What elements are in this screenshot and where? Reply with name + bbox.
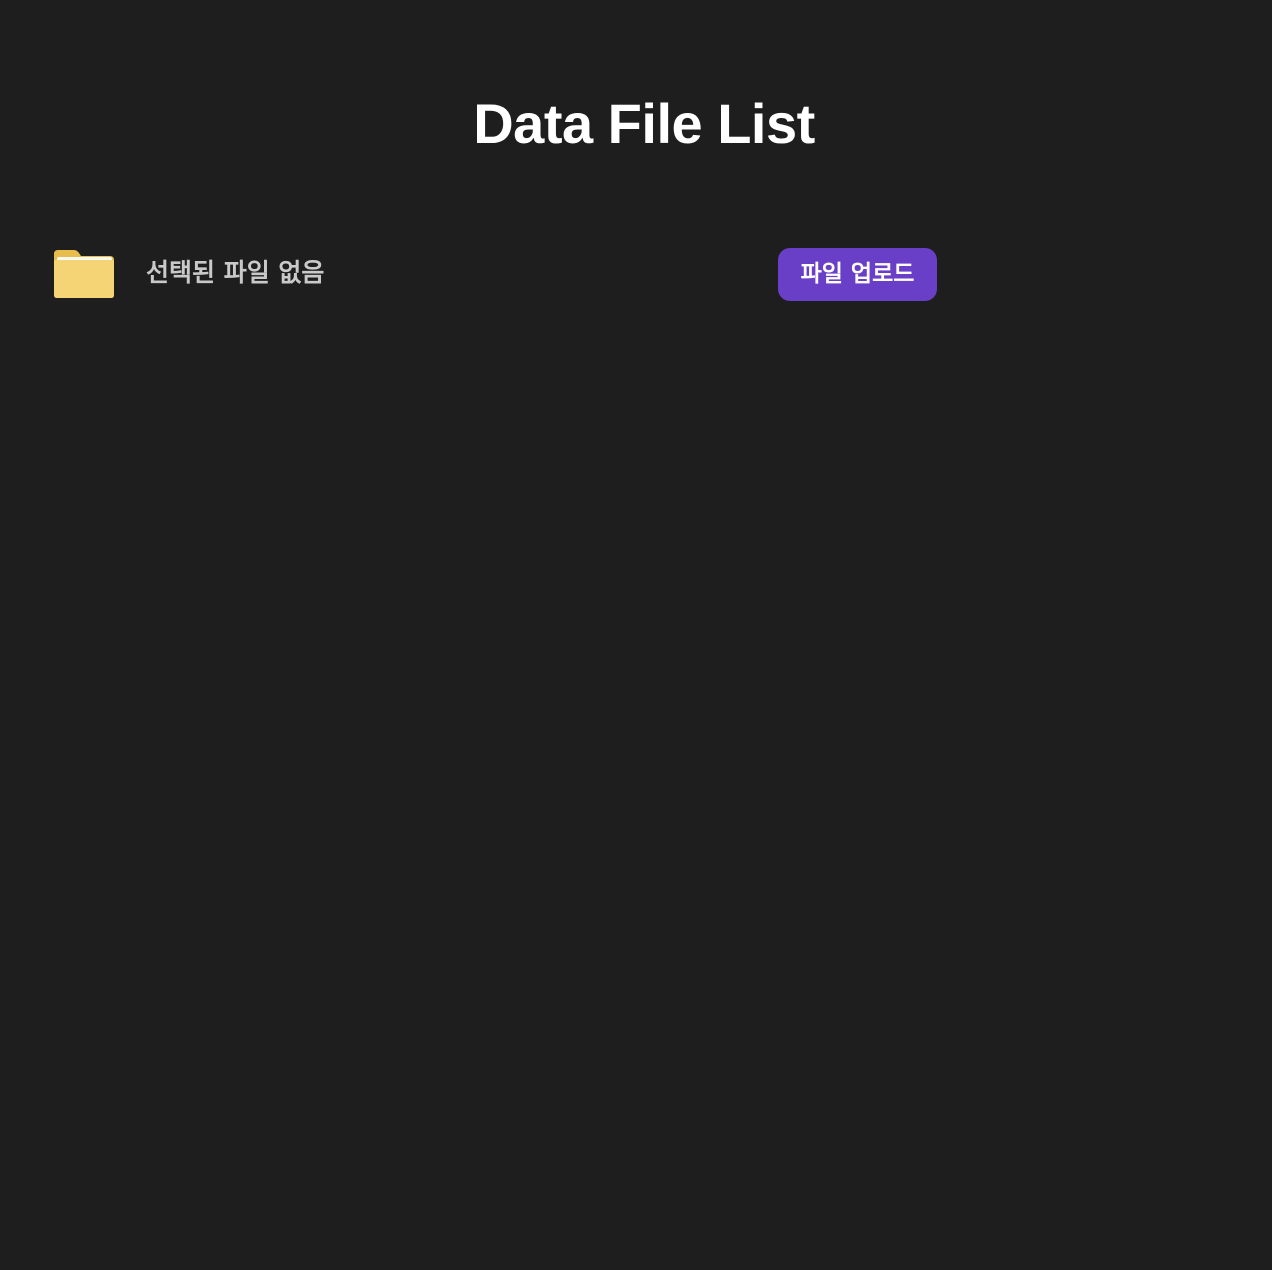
- file-upload-row: 선택된 파일 없음 파일 업로드: [54, 248, 938, 302]
- file-status-text: 선택된 파일 없음: [146, 258, 325, 287]
- page-title: Data File List: [473, 92, 815, 155]
- upload-file-button[interactable]: 파일 업로드: [778, 248, 937, 301]
- folder-icon: [54, 250, 114, 298]
